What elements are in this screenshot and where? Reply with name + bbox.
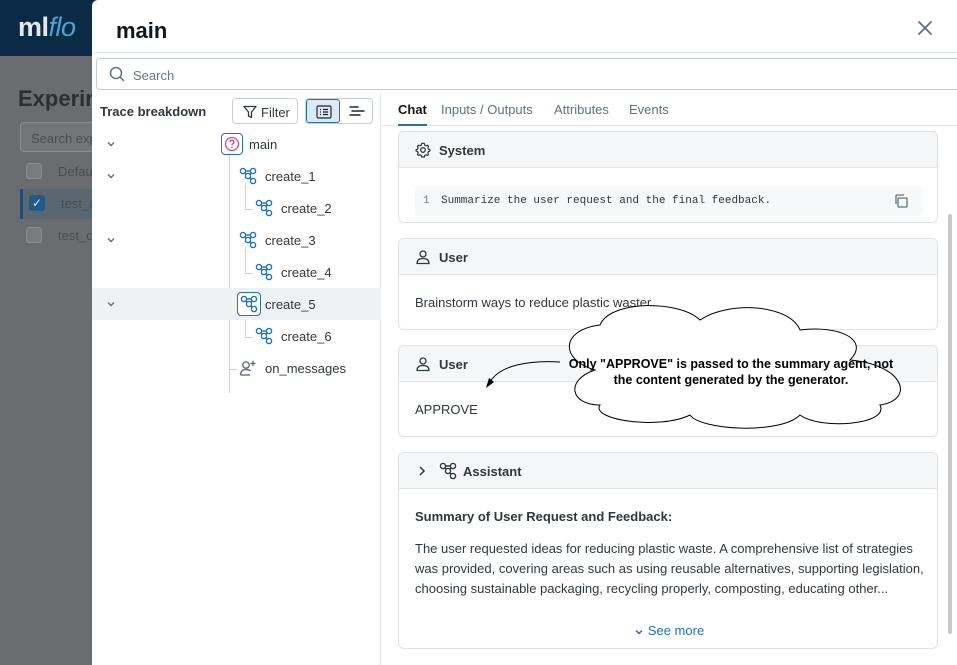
experiments-title: Experin (18, 86, 99, 111)
view-mode-toggle (305, 98, 373, 124)
mlflow-logo: mlflo (18, 12, 76, 42)
assistant-message-card: Assistant Summary of User Request and Fe… (398, 452, 938, 649)
chevron-down-icon (635, 629, 643, 635)
trace-breakdown-title: Trace breakdown (100, 104, 207, 119)
trace-breakdown-panel: Trace breakdown Filter main create_1 cre… (92, 94, 381, 665)
chevron-down-icon[interactable] (106, 299, 116, 309)
checkbox[interactable] (26, 163, 42, 179)
tree-node-on-messages[interactable]: on_messages (92, 352, 381, 384)
user-plus-icon (237, 357, 259, 379)
agent-icon (439, 462, 457, 480)
tree-node-create-4[interactable]: create_4 (92, 256, 381, 288)
search-icon (109, 66, 125, 87)
assistant-line-3: choosing sustainable packaging, recyclin… (415, 581, 889, 596)
chevron-down-icon[interactable] (106, 171, 116, 181)
close-icon[interactable] (915, 18, 935, 38)
line-number: 1 (423, 195, 430, 207)
tree-node-create-6[interactable]: create_6 (92, 320, 381, 352)
tree-node-create-1[interactable]: create_1 (92, 160, 381, 192)
agent-icon (253, 325, 275, 347)
system-message-code: 1 Summarize the user request and the fin… (415, 186, 923, 216)
timeline-view-button[interactable] (340, 99, 372, 123)
chevron-right-icon[interactable] (417, 465, 427, 477)
user-icon (416, 250, 430, 265)
chat-messages-area[interactable]: System 1 Summarize the user request and … (382, 127, 957, 665)
copy-icon[interactable] (893, 193, 909, 209)
agent-icon (253, 197, 275, 219)
system-message-card: System 1 Summarize the user request and … (398, 131, 938, 223)
filter-button[interactable]: Filter (232, 98, 298, 124)
divider (92, 52, 957, 53)
gear-icon (415, 142, 431, 158)
user-icon (416, 357, 430, 372)
agent-icon (253, 261, 275, 283)
user-message-header: User (399, 239, 937, 275)
user-message-card: User Brainstorm ways to reduce plastic w… (398, 238, 938, 330)
checkbox-checked[interactable]: ✓ (29, 195, 45, 211)
tree-node-create-2[interactable]: create_2 (92, 192, 381, 224)
assistant-line-2: was provided, covering areas such as usi… (415, 561, 924, 576)
tree-view-button[interactable] (306, 99, 340, 123)
timeline-icon (349, 106, 365, 116)
question-icon (221, 133, 243, 155)
tree-node-create-5[interactable]: create_5 (92, 288, 381, 320)
user-message-text: Brainstorm ways to reduce plastic waster… (415, 295, 655, 310)
assistant-line-1: The user requested ideas for reducing pl… (415, 541, 913, 556)
tab-events[interactable]: Events (629, 102, 669, 126)
list-icon (316, 105, 332, 119)
filter-icon (243, 105, 257, 119)
user-message-header: User (399, 346, 937, 382)
system-message-text: Summarize the user request and the final… (441, 195, 772, 207)
tab-chat[interactable]: Chat (398, 102, 427, 126)
detail-tabs: Chat Inputs / Outputs Attributes Events (382, 94, 957, 126)
tree-node-main[interactable]: main (92, 128, 381, 160)
user-message-text: APPROVE (415, 402, 478, 417)
tab-attributes[interactable]: Attributes (554, 102, 609, 126)
span-detail-panel: Chat Inputs / Outputs Attributes Events … (382, 94, 957, 665)
search-input[interactable] (133, 65, 633, 85)
chevron-down-icon[interactable] (106, 235, 116, 245)
user-message-card: User APPROVE (398, 345, 938, 437)
tree-node-create-3[interactable]: create_3 (92, 224, 381, 256)
checkbox[interactable] (26, 227, 42, 243)
agent-icon (237, 292, 261, 316)
trace-search-field[interactable] (96, 58, 957, 90)
chevron-down-icon[interactable] (106, 139, 116, 149)
scrollbar[interactable] (948, 214, 952, 634)
tab-inputs-outputs[interactable]: Inputs / Outputs (441, 102, 533, 126)
assistant-heading: Summary of User Request and Feedback: (415, 509, 673, 524)
system-message-header: System (399, 132, 937, 168)
see-more-link[interactable]: See more (399, 623, 937, 638)
assistant-message-header[interactable]: Assistant (399, 453, 937, 489)
drawer-title: main (116, 18, 168, 43)
agent-icon (237, 165, 259, 187)
trace-drawer: main Trace breakdown Filter (92, 0, 957, 665)
agent-icon (237, 229, 259, 251)
